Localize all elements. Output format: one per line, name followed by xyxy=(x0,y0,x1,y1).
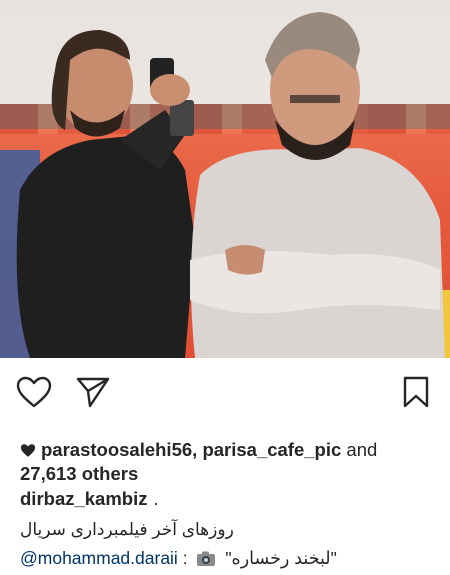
like-button[interactable] xyxy=(14,372,54,412)
save-button[interactable] xyxy=(396,372,436,412)
share-button[interactable] xyxy=(73,372,113,412)
likes-summary: parastoosalehi56, parisa_cafe_pic and 27… xyxy=(20,439,378,484)
mention-link[interactable]: @mohammad.daraii xyxy=(20,548,178,568)
author-suffix: . xyxy=(153,488,159,509)
camera-emoji-icon xyxy=(196,550,216,572)
likes-and-text: and xyxy=(346,439,378,460)
likes-others-link[interactable]: 27,613 others xyxy=(20,463,138,484)
heart-filled-icon xyxy=(20,441,36,463)
photo-illustration xyxy=(0,12,450,358)
caption-credit-line: @mohammad.daraii : "لبخند رخساره" xyxy=(20,548,337,572)
caption-text-line: روزهای آخر فیلمبرداری سریال xyxy=(20,520,234,539)
paper-plane-icon xyxy=(76,376,110,408)
liker-link[interactable]: parisa_cafe_pic xyxy=(202,439,341,460)
liker-link[interactable]: parastoosalehi56 xyxy=(41,439,192,460)
bookmark-icon xyxy=(403,376,429,408)
caption-header: dirbaz_kambiz. xyxy=(20,488,159,510)
series-title: "لبخند رخساره" xyxy=(225,548,337,568)
author-username[interactable]: dirbaz_kambiz xyxy=(20,488,148,509)
post-photo[interactable] xyxy=(0,0,450,358)
post-action-bar xyxy=(0,362,450,420)
heart-outline-icon xyxy=(16,376,52,408)
caption-separator: : xyxy=(182,548,188,568)
